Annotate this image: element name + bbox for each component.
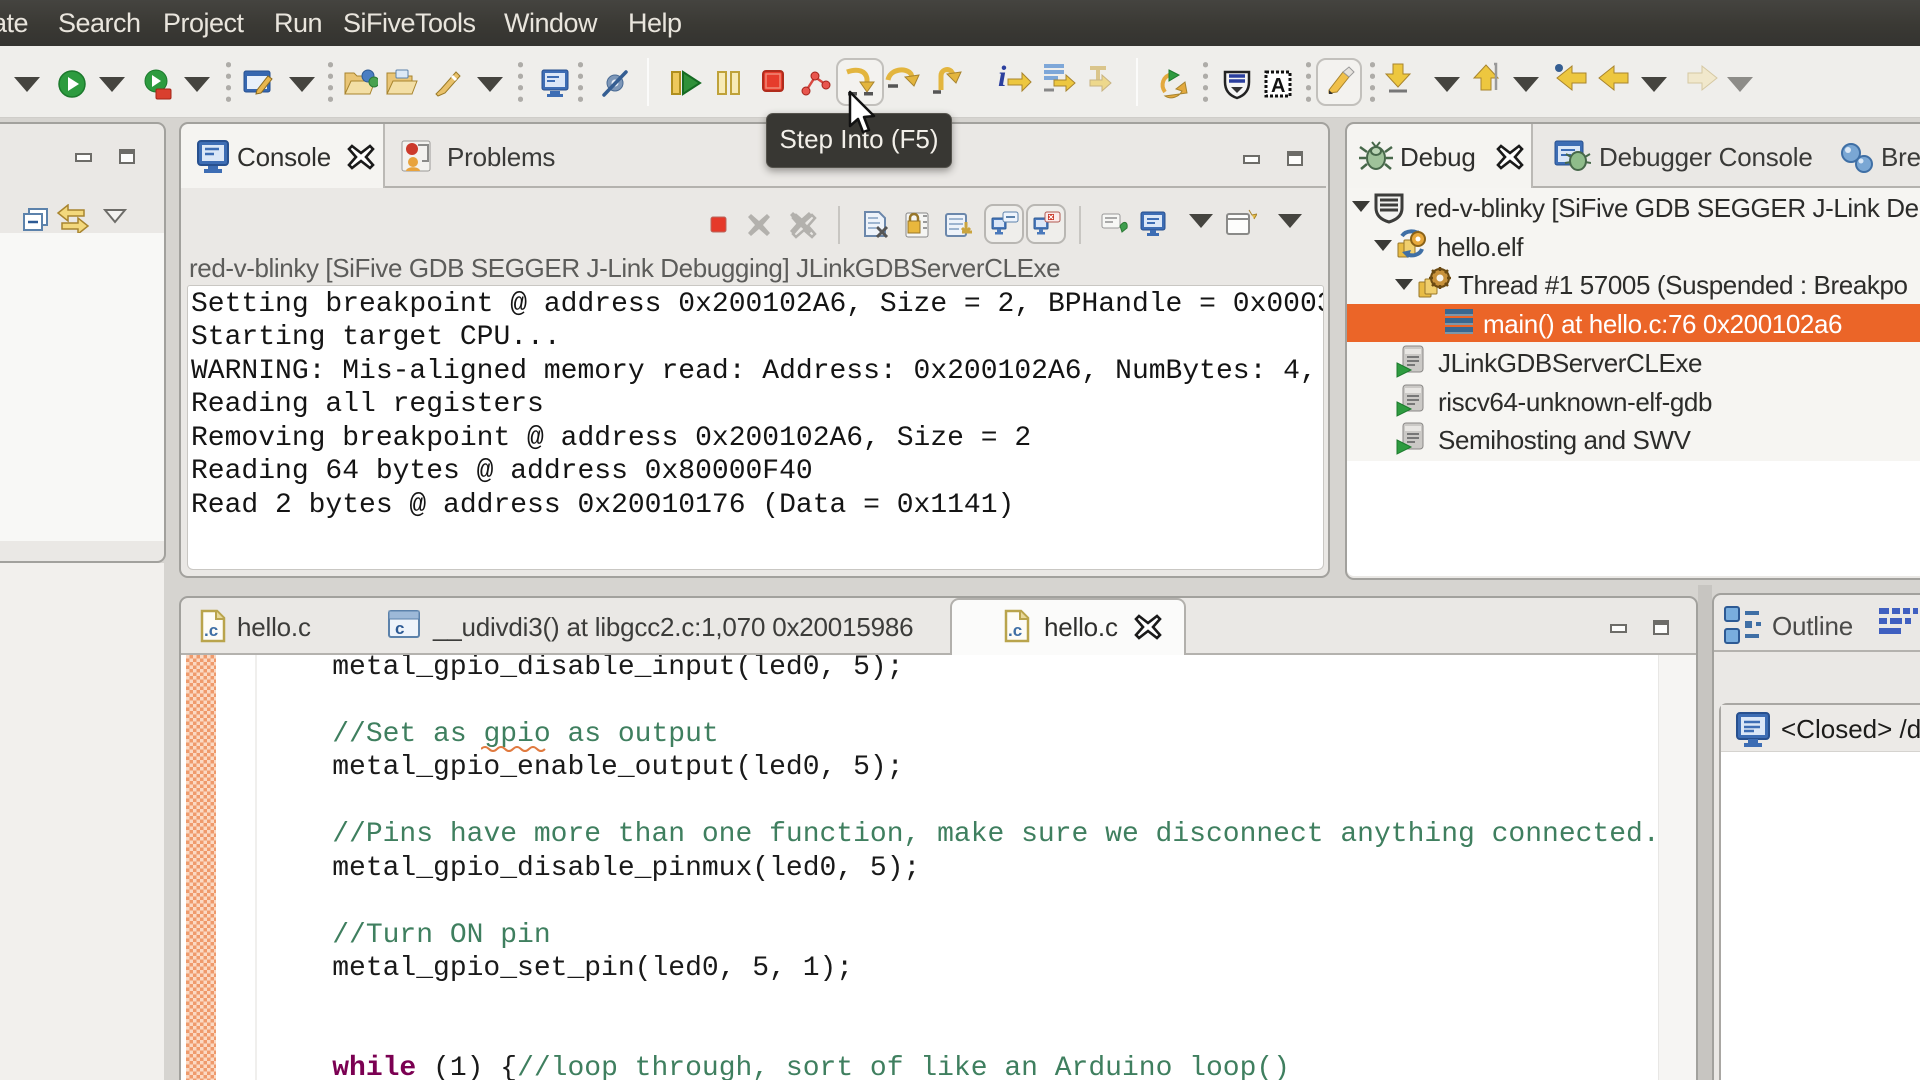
svg-text:.c: .c [1008,621,1022,640]
svg-text:.c: .c [204,621,218,640]
svg-text:i: i [998,60,1007,93]
svg-text:c: c [395,619,404,638]
svg-text:A: A [1271,75,1285,97]
